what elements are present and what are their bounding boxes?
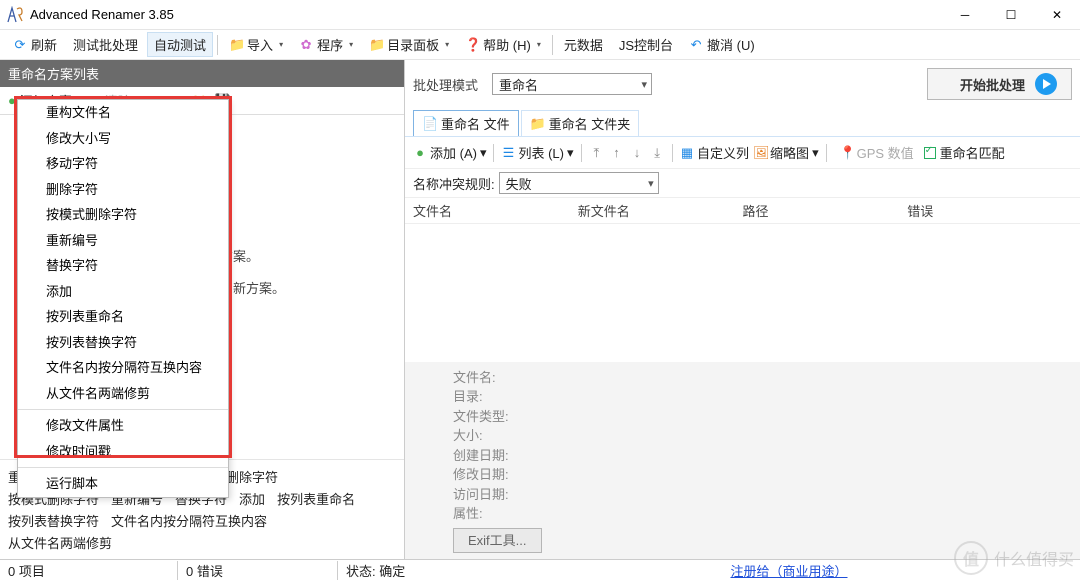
custom-cols-button[interactable]: ▦自定义列: [680, 143, 749, 162]
status-state: 状态: 确定: [338, 561, 498, 580]
maximize-button[interactable]: ☐: [988, 0, 1034, 30]
col-error[interactable]: 错误: [907, 201, 1072, 220]
play-icon: [1035, 73, 1057, 95]
move-top-button[interactable]: ⤒: [589, 145, 605, 161]
exif-button[interactable]: Exif工具...: [453, 528, 542, 554]
watermark: 值什么值得买: [954, 541, 1074, 575]
status-items: 0 项目: [0, 561, 178, 580]
status-errors: 0 错误: [178, 561, 338, 580]
program-button[interactable]: ✿程序▾: [292, 32, 360, 57]
list-icon: ☰: [501, 145, 515, 161]
pin-icon: 📍: [840, 145, 854, 161]
menu-item[interactable]: 修改时间戳: [18, 439, 228, 465]
rename-match-toggle[interactable]: 重命名匹配: [924, 143, 1005, 162]
col-path[interactable]: 路径: [743, 201, 908, 220]
metadata-button[interactable]: 元数据: [557, 32, 610, 57]
move-down-button[interactable]: ↓: [629, 145, 646, 160]
move-bottom-button[interactable]: ⤓: [649, 145, 665, 161]
check-icon: [924, 147, 936, 159]
undo-icon: ↶: [689, 37, 703, 53]
refresh-button[interactable]: ⟳刷新: [6, 32, 64, 57]
jsconsole-button[interactable]: JS控制台: [612, 32, 680, 57]
move-up-button[interactable]: ↑: [608, 145, 625, 160]
menu-item[interactable]: 替换字符: [18, 253, 228, 279]
test-batch-button[interactable]: 测试批处理: [66, 32, 145, 57]
preset-item[interactable]: 按列表重命名: [277, 489, 355, 508]
folder-panel-button[interactable]: 📁目录面板▾: [362, 32, 456, 57]
preset-item[interactable]: 文件名内按分隔符互换内容: [111, 511, 267, 530]
scheme-list-header: 重命名方案列表: [0, 60, 404, 87]
auto-test-button[interactable]: 自动测试: [147, 32, 213, 57]
col-newname[interactable]: 新文件名: [578, 201, 743, 220]
tab-rename-folders[interactable]: 📁重命名 文件夹: [521, 110, 640, 136]
tab-rename-files[interactable]: 📄重命名 文件: [413, 110, 519, 136]
menu-item[interactable]: 从文件名两端修剪: [18, 381, 228, 407]
list-button[interactable]: ☰列表 (L)▾: [501, 143, 573, 162]
conflict-select[interactable]: 失败: [499, 172, 659, 194]
folder-icon: 📁: [229, 37, 243, 53]
menu-item[interactable]: 按列表替换字符: [18, 330, 228, 356]
window-title: Advanced Renamer 3.85: [30, 7, 174, 22]
menu-item[interactable]: 运行脚本: [18, 471, 228, 497]
menu-item[interactable]: 按列表重命名: [18, 304, 228, 330]
menu-item[interactable]: 删除字符: [18, 177, 228, 203]
folder-icon: 📁: [530, 116, 544, 132]
menu-item[interactable]: 重构文件名: [18, 100, 228, 126]
conflict-label: 名称冲突规则:: [413, 174, 495, 193]
folder-panel-icon: 📁: [369, 37, 383, 53]
plus-icon: ●: [413, 145, 427, 160]
preset-item[interactable]: 添加: [239, 489, 265, 508]
batch-mode-label: 批处理模式: [413, 75, 478, 94]
plus-icon: ●: [8, 93, 16, 108]
menu-item[interactable]: 修改大小写: [18, 126, 228, 152]
menu-item[interactable]: 修改文件属性: [18, 413, 228, 439]
add-files-button[interactable]: ●添加 (A)▾: [413, 143, 486, 162]
import-button[interactable]: 📁导入▾: [222, 32, 290, 57]
file-details: 文件名: 目录: 文件类型: 大小: 创建日期: 修改日期: 访问日期: 属性:…: [405, 362, 1080, 560]
col-filename[interactable]: 文件名: [413, 201, 578, 220]
preset-item[interactable]: 删除字符: [226, 467, 278, 486]
undo-button[interactable]: ↶撤消 (U): [682, 32, 762, 57]
add-scheme-dropdown: 重构文件名 修改大小写 移动字符 删除字符 按模式删除字符 重新编号 替换字符 …: [17, 99, 229, 498]
preset-item[interactable]: 从文件名两端修剪: [8, 533, 112, 552]
hint2: 加新方案。: [220, 279, 285, 300]
app-icon: [6, 6, 24, 24]
gps-button[interactable]: 📍GPS 数值: [834, 141, 920, 164]
file-icon: 📄: [422, 116, 436, 132]
thumbs-button[interactable]: 🖼缩略图▾: [753, 143, 819, 162]
help-button[interactable]: ❓帮助 (H)▾: [458, 32, 548, 57]
file-list-area[interactable]: [405, 224, 1080, 362]
help-icon: ❓: [465, 37, 479, 53]
refresh-icon: ⟳: [13, 37, 27, 53]
minimize-button[interactable]: ─: [942, 0, 988, 30]
start-batch-button[interactable]: 开始批处理: [927, 68, 1072, 100]
columns-icon: ▦: [680, 145, 694, 161]
batch-mode-select[interactable]: 重命名: [492, 73, 652, 95]
close-button[interactable]: ✕: [1034, 0, 1080, 30]
menu-item[interactable]: 添加: [18, 279, 228, 305]
gear-icon: ✿: [299, 37, 313, 53]
menu-item[interactable]: 按模式删除字符: [18, 202, 228, 228]
menu-item[interactable]: 文件名内按分隔符互换内容: [18, 355, 228, 381]
menu-item[interactable]: 移动字符: [18, 151, 228, 177]
menu-item[interactable]: 重新编号: [18, 228, 228, 254]
thumbnail-icon: 🖼: [753, 145, 767, 161]
preset-item[interactable]: 按列表替换字符: [8, 511, 99, 530]
